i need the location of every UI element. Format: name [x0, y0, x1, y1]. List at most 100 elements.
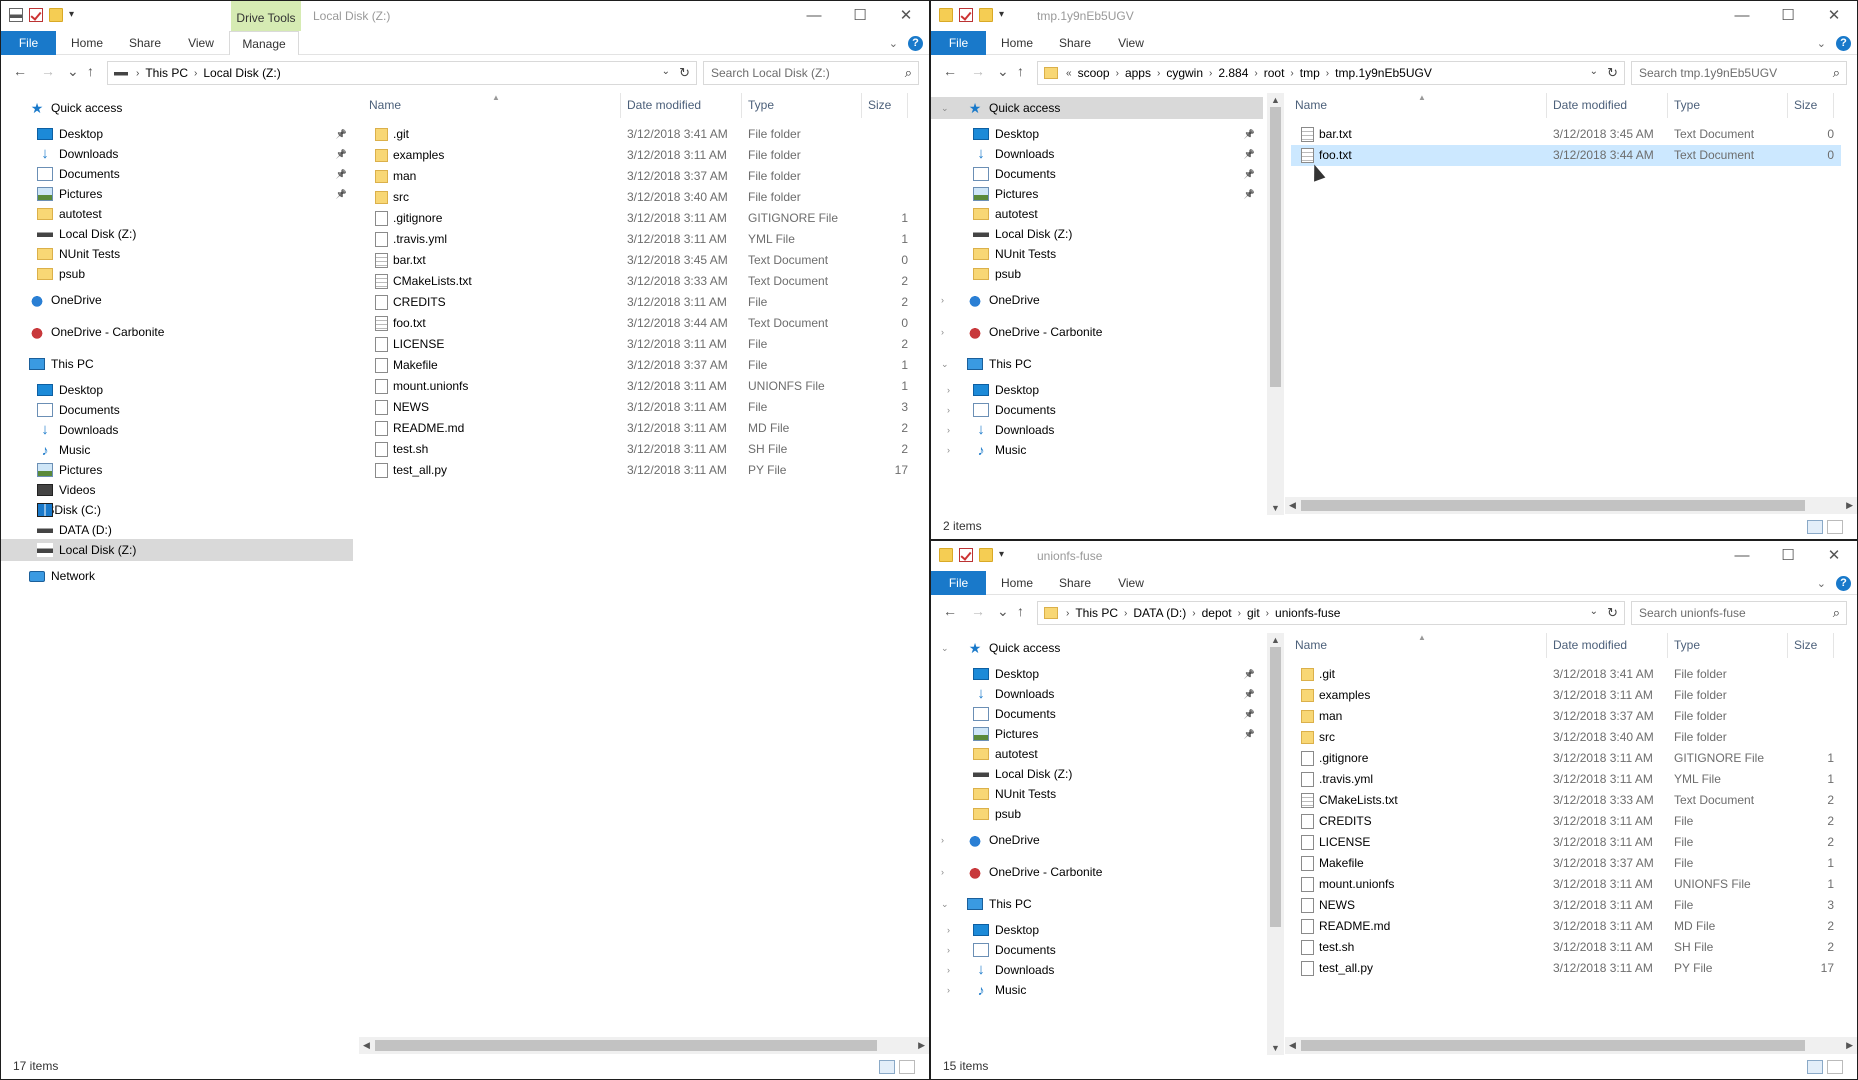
nav-item-network[interactable]: Network [1, 565, 353, 587]
close-button[interactable]: ✕ [1811, 541, 1857, 571]
nav-item-downloads[interactable]: › ↓ Downloads [931, 419, 1263, 441]
address-dropdown-icon[interactable]: ⌄ [662, 66, 670, 77]
nav-item-autotest[interactable]: autotest [1, 203, 353, 225]
help-icon[interactable]: ? [1836, 576, 1851, 591]
hscroll-thumb[interactable] [1301, 1040, 1805, 1051]
search-input[interactable]: Search unionfs-fuse ⌕ [1631, 601, 1847, 625]
breadcrumb-2[interactable]: depot [1202, 606, 1232, 620]
pin-icon[interactable]: 📌 [1244, 143, 1255, 165]
expanded-chevron-icon[interactable]: ⌄ [941, 353, 949, 375]
up-icon[interactable]: ↑ [1017, 63, 1024, 79]
up-icon[interactable]: ↑ [87, 63, 94, 79]
file-row[interactable]: test_all.py 3/12/2018 3:11 AM PY File 17 [365, 460, 913, 481]
collapsed-chevron-icon[interactable]: › [947, 399, 950, 421]
nav-item-psub[interactable]: psub [931, 803, 1263, 825]
column-header-name[interactable]: Name ▲ [1289, 633, 1547, 658]
details-view-icon[interactable] [1807, 1060, 1823, 1074]
pin-icon[interactable]: 📌 [1244, 163, 1255, 185]
tab-share[interactable]: Share [1047, 571, 1103, 595]
breadcrumb-1[interactable]: Local Disk (Z:) [203, 66, 280, 80]
nav-item-onedrive-carbonite[interactable]: › OneDrive - Carbonite [931, 861, 1263, 883]
forward-icon[interactable]: → [971, 63, 985, 79]
back-icon[interactable]: ← [943, 63, 957, 79]
new-folder-icon[interactable] [49, 8, 63, 22]
nav-item-onedrive[interactable]: OneDrive [1, 289, 353, 311]
large-icons-view-icon[interactable] [1827, 520, 1843, 534]
refresh-icon[interactable]: ↻ [679, 65, 690, 81]
expand-ribbon-icon[interactable]: ⌄ [1817, 577, 1826, 590]
search-input[interactable]: Search Local Disk (Z:) ⌕ [703, 61, 919, 85]
customize-arrow-icon[interactable]: ▾ [999, 8, 1009, 22]
file-list-hscrollbar[interactable]: ◀ ▶ [1285, 497, 1857, 514]
tab-file[interactable]: File [1, 31, 56, 55]
scroll-right-arrow-icon[interactable]: ▶ [918, 1040, 925, 1051]
column-header-type[interactable]: Type [742, 93, 862, 118]
collapsed-chevron-icon[interactable]: › [947, 959, 950, 981]
breadcrumb-5[interactable]: tmp [1300, 66, 1320, 80]
column-header-type[interactable]: Type [1668, 633, 1788, 658]
breadcrumb-6[interactable]: tmp.1y9nEb5UGV [1335, 66, 1432, 80]
file-row[interactable]: .git 3/12/2018 3:41 AM File folder [1291, 664, 1841, 685]
file-row[interactable]: CREDITS 3/12/2018 3:11 AM File 2 [1291, 811, 1841, 832]
pin-icon[interactable]: 📌 [1244, 183, 1255, 205]
close-button[interactable]: ✕ [883, 1, 929, 31]
pin-icon[interactable]: 📌 [336, 183, 347, 205]
forward-icon[interactable]: → [971, 603, 985, 619]
breadcrumb-3[interactable]: 2.884 [1218, 66, 1248, 80]
column-header-type[interactable]: Type [1668, 93, 1788, 118]
nav-item-desktop[interactable]: Desktop 📌 [931, 123, 1263, 145]
column-header-name[interactable]: Name ▲ [363, 93, 621, 118]
nav-item-downloads[interactable]: ↓ Downloads 📌 [1, 143, 353, 165]
file-row[interactable]: README.md 3/12/2018 3:11 AM MD File 2 [1291, 916, 1841, 937]
nav-item-desktop[interactable]: Desktop [1, 379, 353, 401]
nav-item-documents[interactable]: › Documents [931, 399, 1263, 421]
file-row[interactable]: Makefile 3/12/2018 3:37 AM File 1 [1291, 853, 1841, 874]
tab-view[interactable]: View [1103, 571, 1159, 595]
search-icon[interactable]: ⌕ [1833, 602, 1840, 624]
nav-item-onedrive[interactable]: › OneDrive [931, 829, 1263, 851]
drive-icon[interactable] [9, 8, 23, 22]
nav-item-autotest[interactable]: autotest [931, 743, 1263, 765]
scroll-right-arrow-icon[interactable]: ▶ [1846, 1040, 1853, 1051]
breadcrumb-0[interactable]: This PC [1075, 606, 1118, 620]
recent-locations-icon[interactable]: ⌄ [997, 63, 1009, 80]
nav-item-autotest[interactable]: autotest [931, 203, 1263, 225]
breadcrumb-0[interactable]: scoop [1078, 66, 1110, 80]
refresh-icon[interactable]: ↻ [1607, 605, 1618, 621]
properties-icon[interactable] [959, 8, 973, 22]
hscroll-thumb[interactable] [1301, 500, 1805, 511]
file-row[interactable]: test.sh 3/12/2018 3:11 AM SH File 2 [365, 439, 913, 460]
scroll-right-arrow-icon[interactable]: ▶ [1846, 500, 1853, 511]
tab-manage[interactable]: Manage [229, 31, 299, 55]
nav-item-local-disk-z-[interactable]: Local Disk (Z:) [1, 539, 353, 561]
file-row[interactable]: man 3/12/2018 3:37 AM File folder [365, 166, 913, 187]
scroll-down-arrow-icon[interactable]: ▼ [1271, 503, 1280, 513]
file-row[interactable]: Makefile 3/12/2018 3:37 AM File 1 [365, 355, 913, 376]
nav-item-documents[interactable]: Documents 📌 [931, 703, 1263, 725]
search-icon[interactable]: ⌕ [1833, 62, 1840, 84]
address-overflow-icon[interactable]: « [1066, 68, 1072, 79]
nav-item-downloads[interactable]: › ↓ Downloads [931, 959, 1263, 981]
tab-view[interactable]: View [1103, 31, 1159, 55]
tab-file[interactable]: File [931, 31, 986, 55]
properties-icon[interactable] [959, 548, 973, 562]
tab-share[interactable]: Share [1047, 31, 1103, 55]
collapsed-chevron-icon[interactable]: › [947, 919, 950, 941]
address-bar[interactable]: « scoop › apps › cygwin › 2.884 › root › tmp › tmp.1y… [1037, 61, 1625, 85]
column-header-size[interactable]: Size [862, 93, 908, 118]
file-row[interactable]: man 3/12/2018 3:37 AM File folder [1291, 706, 1841, 727]
collapsed-chevron-icon[interactable]: › [947, 439, 950, 461]
breadcrumb-0[interactable]: This PC [145, 66, 188, 80]
scroll-up-arrow-icon[interactable]: ▲ [1271, 635, 1280, 645]
scroll-left-arrow-icon[interactable]: ◀ [1289, 1040, 1296, 1051]
nav-item-desktop[interactable]: Desktop 📌 [1, 123, 353, 145]
collapsed-chevron-icon[interactable]: › [947, 419, 950, 441]
file-row[interactable]: .git 3/12/2018 3:41 AM File folder [365, 124, 913, 145]
collapsed-chevron-icon[interactable]: › [941, 289, 944, 311]
file-row[interactable]: CMakeLists.txt 3/12/2018 3:33 AM Text Docu… [1291, 790, 1841, 811]
nav-item-nunit-tests[interactable]: NUnit Tests [931, 783, 1263, 805]
details-view-icon[interactable] [1807, 520, 1823, 534]
nav-item-this-pc[interactable]: ⌄ This PC [931, 893, 1263, 915]
hscroll-thumb[interactable] [375, 1040, 877, 1051]
nav-item-music[interactable]: › ♪ Music [931, 439, 1263, 461]
